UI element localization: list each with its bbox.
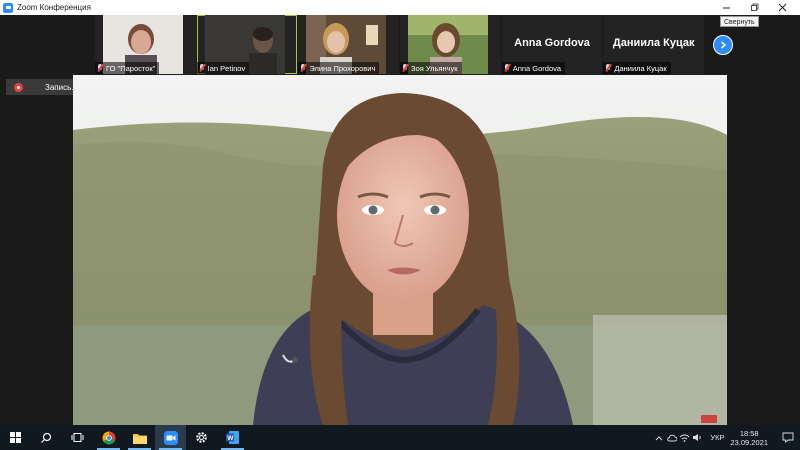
folder-icon (132, 433, 147, 444)
chevron-up-icon[interactable] (652, 425, 665, 450)
window-title: Zoom Конференция (17, 3, 91, 12)
cloud-icon[interactable] (665, 425, 678, 450)
muted-mic-icon (402, 64, 408, 72)
minimize-tooltip: Свернуть (720, 16, 759, 27)
svg-text:W: W (227, 435, 234, 442)
taskbar-zoom[interactable] (155, 425, 186, 450)
windows-logo-icon (10, 432, 21, 443)
start-button[interactable] (0, 425, 31, 450)
title-bar: Zoom Конференция (0, 0, 800, 15)
system-clock[interactable]: 18:58 23.09.2021 (730, 429, 768, 447)
muted-mic-icon (300, 64, 306, 72)
task-view-button[interactable] (62, 425, 93, 450)
zoom-window: Zoom Конференция Свернуть ГО "Паросток" (0, 0, 800, 450)
clock-date: 23.09.2021 (730, 437, 768, 447)
gear-icon (196, 432, 207, 443)
participant-name-bar: Элина Прохорович (298, 62, 380, 74)
language-indicator[interactable]: УКР (710, 433, 724, 442)
participant-name-bar: Зоя Ульянчук (400, 62, 462, 74)
minimize-button[interactable] (712, 0, 740, 15)
chrome-icon (102, 431, 115, 444)
search-icon (41, 432, 52, 443)
taskbar-file-explorer[interactable] (124, 425, 155, 450)
participant-name-bar: Anna Gordova (501, 62, 566, 74)
participant-name: Anna Gordova (512, 63, 562, 73)
taskbar-word[interactable]: W (217, 425, 248, 450)
participant-name-bar: Ian Petinov (196, 62, 250, 74)
participant-name: Зоя Ульянчук (411, 63, 458, 73)
restore-icon (750, 3, 758, 11)
muted-mic-icon (97, 64, 103, 72)
participant-name: ГО "Паросток" (106, 63, 156, 73)
minimize-icon (722, 7, 730, 9)
participant-name-bar: ГО "Паросток" (95, 62, 160, 74)
muted-mic-icon (605, 64, 611, 72)
muted-mic-icon (504, 64, 510, 72)
word-icon: W (226, 431, 239, 444)
participant-tile[interactable]: Зоя Ульянчук (400, 15, 501, 74)
zoom-icon (163, 430, 178, 445)
task-view-icon (71, 433, 84, 442)
volume-icon[interactable] (691, 425, 704, 450)
chevron-right-icon (720, 41, 727, 49)
participant-name: Даниила Куцак (614, 63, 667, 73)
notification-icon (782, 432, 794, 443)
muted-mic-icon (199, 64, 205, 72)
zoom-logo-icon (3, 2, 13, 13)
maximize-button[interactable] (740, 0, 768, 15)
participant-display-name: Anna Gordova (514, 37, 590, 49)
cloud-recording-icon (14, 82, 23, 92)
close-button[interactable] (768, 0, 796, 15)
speaker-audio-indicator (701, 415, 717, 423)
speaker-video-frame (73, 75, 727, 425)
participant-tile[interactable]: Ian Petinov (196, 15, 298, 74)
participant-display-name: Даниила Куцак (612, 37, 695, 49)
wifi-icon[interactable] (678, 425, 691, 450)
participant-name-bar: Даниила Куцак (603, 62, 671, 74)
clock-time: 18:58 (739, 428, 759, 438)
participant-name: Ian Petinov (207, 63, 246, 73)
participant-tile[interactable]: Даниила Куцак Даниила Куцак (603, 15, 705, 74)
next-page-button[interactable] (713, 35, 733, 55)
system-tray: УКР 18:58 23.09.2021 (652, 425, 800, 450)
participant-name: Элина Прохорович (309, 63, 376, 73)
windows-taskbar: W УКР 18:58 23.09.2021 (0, 425, 800, 450)
active-speaker-video (73, 75, 727, 425)
close-icon (778, 3, 786, 12)
participant-tile[interactable]: Элина Прохорович (298, 15, 400, 74)
participant-strip: ГО "Паросток" Ian Petinov Элина Прохоров… (95, 15, 705, 74)
participant-tile[interactable]: ГО "Паросток" (95, 15, 196, 74)
search-button[interactable] (31, 425, 62, 450)
participant-tile[interactable]: Anna Gordova Anna Gordova (501, 15, 603, 74)
taskbar-settings[interactable] (186, 425, 217, 450)
action-center-button[interactable] (776, 425, 800, 450)
taskbar-chrome[interactable] (93, 425, 124, 450)
